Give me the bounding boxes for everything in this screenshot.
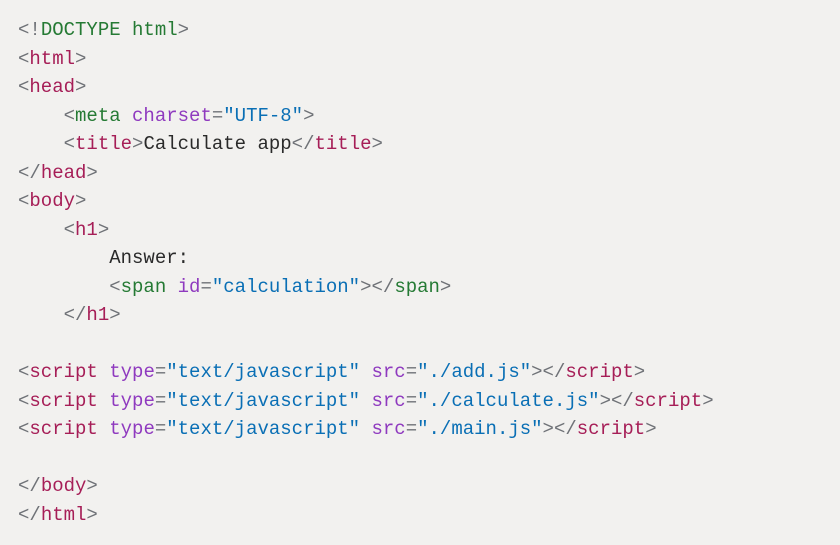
tag-span: span xyxy=(121,276,167,298)
tag-head-close: head xyxy=(41,162,87,184)
script-src-1: "./add.js" xyxy=(417,361,531,383)
code-line: <script type="text/javascript" src="./ca… xyxy=(18,387,822,416)
tag-html: html xyxy=(29,48,75,70)
code-line: </head> xyxy=(18,159,822,188)
code-line: <!DOCTYPE html> xyxy=(18,16,822,45)
code-line: </body> xyxy=(18,472,822,501)
h1-text: Answer: xyxy=(109,247,189,269)
val-charset: "UTF-8" xyxy=(223,105,303,127)
tag-body-close: body xyxy=(41,475,87,497)
tag-h1: h1 xyxy=(75,219,98,241)
code-line: </h1> xyxy=(18,301,822,330)
code-line: <script type="text/javascript" src="./ad… xyxy=(18,358,822,387)
code-line: <head> xyxy=(18,73,822,102)
code-line: <span id="calculation"></span> xyxy=(18,273,822,302)
tag-script: script xyxy=(29,361,97,383)
code-line xyxy=(18,330,822,359)
tag-h1-close: h1 xyxy=(86,304,109,326)
tag-head: head xyxy=(29,76,75,98)
script-src-3: "./main.js" xyxy=(417,418,542,440)
attr-charset: charset xyxy=(132,105,212,127)
code-line: <html> xyxy=(18,45,822,74)
tag-meta: meta xyxy=(75,105,121,127)
code-line: <script type="text/javascript" src="./ma… xyxy=(18,415,822,444)
code-line: <body> xyxy=(18,187,822,216)
code-line: <h1> xyxy=(18,216,822,245)
doctype-punct: <! xyxy=(18,19,41,41)
tag-script: script xyxy=(29,418,97,440)
code-block: <!DOCTYPE html> <html> <head> <meta char… xyxy=(18,16,822,529)
tag-body: body xyxy=(29,190,75,212)
tag-title: title xyxy=(75,133,132,155)
script-src-2: "./calculate.js" xyxy=(417,390,599,412)
doctype-keyword: DOCTYPE html xyxy=(41,19,178,41)
tag-script: script xyxy=(29,390,97,412)
val-id: "calculation" xyxy=(212,276,360,298)
code-line: <title>Calculate app</title> xyxy=(18,130,822,159)
attr-id: id xyxy=(178,276,201,298)
code-line xyxy=(18,444,822,473)
title-text: Calculate app xyxy=(143,133,291,155)
code-line: <meta charset="UTF-8"> xyxy=(18,102,822,131)
code-line: Answer: xyxy=(18,244,822,273)
